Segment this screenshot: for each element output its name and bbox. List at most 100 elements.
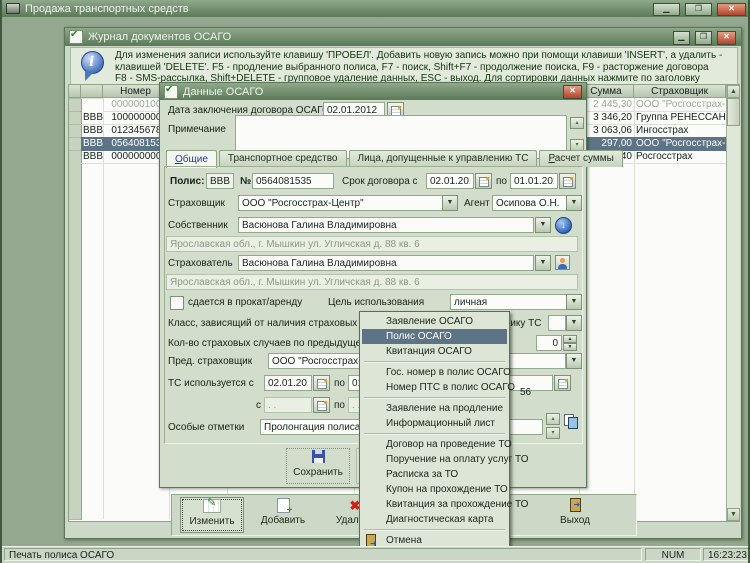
term-label: Срок договора с bbox=[342, 175, 418, 189]
close-icon[interactable]: ✕ bbox=[717, 3, 746, 16]
cell-sum: 2 445,30 bbox=[579, 98, 634, 112]
term-to-field[interactable] bbox=[510, 173, 558, 189]
menu-item[interactable]: Гос. номер в полис ОСАГО bbox=[362, 365, 507, 380]
menu-item[interactable]: Квитанция ОСАГО bbox=[362, 344, 507, 359]
calendar-icon[interactable] bbox=[554, 375, 571, 391]
policy-series-field[interactable] bbox=[206, 173, 234, 189]
chevron-down-icon[interactable]: ▼ bbox=[566, 294, 582, 310]
exit-button-label: Выход bbox=[560, 515, 590, 526]
main-titlebar: Продажа транспортных средств ▁ ❐ ✕ bbox=[2, 0, 750, 17]
note-tool-up-icon[interactable]: ▴ bbox=[570, 117, 584, 129]
menu-item[interactable]: Квитанция за прохождение ТО bbox=[362, 497, 507, 512]
menu-item[interactable]: Диагностическая карта bbox=[362, 512, 507, 527]
term-to-label: по bbox=[496, 175, 507, 189]
status-clock: 16:23:23 bbox=[703, 548, 749, 561]
info-panel: Для изменения записи используйте клавишу… bbox=[70, 47, 738, 86]
chevron-down-icon[interactable]: ▼ bbox=[535, 217, 551, 233]
menu-item[interactable]: Договор на проведение ТО bbox=[362, 437, 507, 452]
print-context-menu: Заявление ОСАГО Полис ОСАГО Квитанция ОС… bbox=[359, 311, 510, 551]
journal-close-icon[interactable]: ✕ bbox=[717, 31, 736, 45]
menu-item[interactable]: Купон на прохождение ТО bbox=[362, 482, 507, 497]
usage-label: ТС используется с bbox=[168, 377, 254, 391]
header-indicator bbox=[69, 85, 81, 98]
usage2-to-label: по bbox=[334, 399, 345, 413]
tab-vehicle[interactable]: Транспортное средство bbox=[219, 150, 347, 167]
person-icon[interactable] bbox=[555, 255, 570, 270]
scroll-up-icon[interactable]: ▲ bbox=[727, 85, 740, 98]
tab-sum[interactable]: Расчет суммы bbox=[539, 150, 622, 167]
chevron-down-icon[interactable]: ▼ bbox=[566, 315, 582, 331]
header-series[interactable] bbox=[81, 85, 103, 98]
chevron-down-icon[interactable]: ▼ bbox=[566, 353, 582, 369]
edit-table-icon bbox=[181, 499, 243, 516]
add-button[interactable]: Добавить bbox=[252, 497, 314, 531]
cell-series: ВВВ bbox=[81, 124, 103, 138]
agent-combo[interactable] bbox=[492, 195, 567, 211]
journal-minimize-icon[interactable]: ▁ bbox=[673, 31, 690, 45]
cell-insurer: Ингосстрах bbox=[634, 124, 726, 138]
save-floppy-icon bbox=[287, 450, 349, 467]
calendar-icon[interactable] bbox=[559, 173, 576, 189]
menu-item[interactable]: Поручение на оплату услуг ТО bbox=[362, 452, 507, 467]
header-insurer[interactable]: Страховщик bbox=[634, 85, 726, 98]
chevron-down-icon[interactable]: ▼ bbox=[566, 195, 582, 211]
calendar-icon[interactable] bbox=[313, 397, 330, 413]
dialog-close-icon[interactable]: ✕ bbox=[563, 85, 582, 99]
tab-drivers[interactable]: Лица, допущенные к управлению ТС bbox=[349, 150, 538, 167]
status-num: NUM bbox=[645, 548, 701, 561]
term-from-field[interactable] bbox=[426, 173, 474, 189]
marks-tool-up-icon[interactable]: ▴ bbox=[546, 413, 560, 425]
note-label: Примечание bbox=[168, 123, 226, 137]
menu-item[interactable]: Информационный лист bbox=[362, 416, 507, 431]
policy-number-field[interactable] bbox=[252, 173, 334, 189]
scroll-down-icon[interactable]: ▼ bbox=[727, 508, 740, 521]
maximize-icon[interactable]: ❐ bbox=[685, 3, 712, 16]
usage-from-field[interactable] bbox=[264, 375, 312, 391]
scrollbar-thumb[interactable] bbox=[727, 98, 740, 126]
usage-to-label: по bbox=[334, 377, 345, 391]
dialog-tabs: ОбщиеТранспортное средствоЛица, допущенн… bbox=[166, 149, 625, 167]
journal-window-icon bbox=[69, 30, 83, 44]
minimize-icon[interactable]: ▁ bbox=[653, 3, 680, 16]
owner-field[interactable] bbox=[238, 217, 534, 233]
menu-item[interactable]: Расписка за ТО bbox=[362, 467, 507, 482]
save-button[interactable]: Сохранить bbox=[286, 448, 350, 484]
purpose-combo[interactable] bbox=[450, 294, 567, 310]
copy-icon[interactable] bbox=[562, 413, 580, 428]
journal-window-title: Журнал документов ОСАГО bbox=[88, 31, 231, 43]
spinner-stepper[interactable]: ▲▼ bbox=[563, 335, 577, 351]
exit-button[interactable]: Выход bbox=[544, 497, 606, 531]
marks-tool-down-icon[interactable]: ▾ bbox=[546, 427, 560, 439]
claims-field[interactable] bbox=[536, 335, 562, 351]
cell-series: ВВВ bbox=[81, 111, 103, 125]
info-line-1: Для изменения записи используйте клавишу… bbox=[115, 50, 731, 62]
edit-button[interactable]: Изменить bbox=[180, 497, 244, 533]
insurer-combo[interactable] bbox=[238, 195, 443, 211]
usage2-label: с bbox=[256, 399, 261, 413]
table-scrollbar[interactable]: ▲ ▼ bbox=[726, 85, 740, 521]
calendar-icon[interactable] bbox=[313, 375, 330, 391]
menu-item[interactable]: Заявление на продление bbox=[362, 401, 507, 416]
header-sum[interactable]: Сумма bbox=[579, 85, 634, 98]
holder-label: Страхователь bbox=[168, 257, 233, 271]
journal-maximize-icon[interactable]: ❐ bbox=[695, 31, 712, 45]
menu-item-highlighted[interactable]: Полис ОСАГО bbox=[362, 329, 507, 344]
usage2-from-field[interactable] bbox=[264, 397, 312, 413]
calendar-icon[interactable] bbox=[475, 173, 492, 189]
journal-window-controls: ▁ ❐ ✕ bbox=[671, 30, 736, 45]
cell-sum: 3 063,06 bbox=[579, 124, 634, 138]
app-icon bbox=[6, 3, 20, 14]
dialog-icon bbox=[164, 85, 178, 99]
insurer-label: Страховщик bbox=[168, 197, 225, 211]
class-combo[interactable] bbox=[548, 315, 566, 331]
holder-field[interactable] bbox=[238, 255, 534, 271]
edit-button-label: Изменить bbox=[189, 516, 234, 527]
chevron-down-icon[interactable]: ▼ bbox=[442, 195, 458, 211]
fill-down-icon[interactable]: ↓ bbox=[555, 217, 572, 234]
menu-item[interactable]: Номер ПТС в полис ОСАГО bbox=[362, 380, 507, 395]
rent-checkbox[interactable] bbox=[170, 296, 184, 310]
menu-item[interactable]: Заявление ОСАГО bbox=[362, 314, 507, 329]
cell-insurer: ООО "Росгосстрах-Центр bbox=[634, 137, 726, 151]
chevron-down-icon[interactable]: ▼ bbox=[535, 255, 551, 271]
main-window-controls: ▁ ❐ ✕ bbox=[651, 2, 746, 16]
